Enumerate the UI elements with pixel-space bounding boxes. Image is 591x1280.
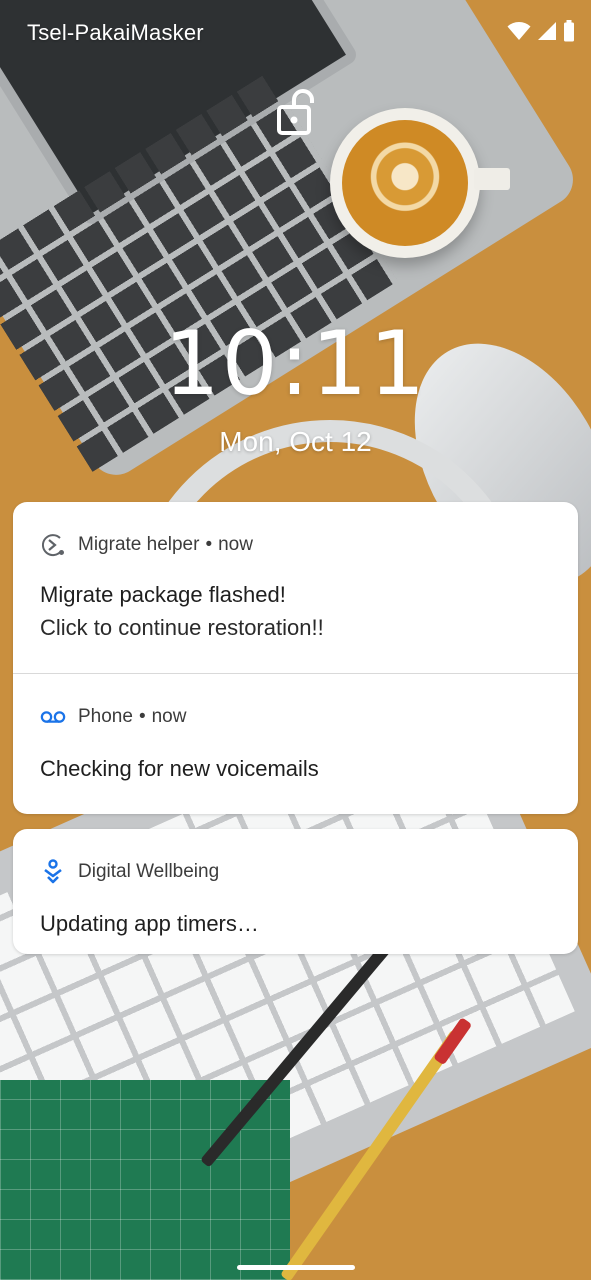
carrier-name: Tsel-PakaiMasker bbox=[27, 20, 204, 45]
notification-title: Migrate package flashed! bbox=[40, 582, 286, 607]
cell-signal-icon bbox=[537, 21, 557, 46]
notification-app-name: Digital Wellbeing bbox=[78, 861, 220, 882]
digital-wellbeing-icon bbox=[40, 859, 66, 885]
home-gesture-handle[interactable] bbox=[237, 1265, 355, 1270]
status-bar: Tsel-PakaiMasker bbox=[0, 0, 591, 64]
notification-group: Migrate helper • now Migrate package flash… bbox=[13, 502, 578, 814]
migrate-icon bbox=[40, 532, 66, 558]
notification-text: Click to continue restoration!! bbox=[40, 615, 324, 640]
battery-icon bbox=[563, 20, 575, 47]
wallpaper-cup-handle bbox=[474, 168, 510, 190]
notification-title: Checking for new voicemails bbox=[40, 756, 319, 781]
header-separator: • bbox=[138, 706, 146, 727]
notification-header: Migrate helper • now bbox=[40, 531, 253, 559]
notification-title: Updating app timers… bbox=[40, 911, 259, 936]
notification-digital-wellbeing[interactable]: Digital Wellbeing Updating app timers… bbox=[13, 829, 578, 954]
notification-app-name: Phone bbox=[78, 706, 133, 727]
unlock-icon[interactable] bbox=[277, 89, 315, 140]
notification-group: Digital Wellbeing Updating app timers… bbox=[13, 829, 578, 954]
notification-phone[interactable]: Phone • now Checking for new voicemails bbox=[13, 674, 578, 814]
notification-app-name: Migrate helper bbox=[78, 534, 200, 555]
lockscreen-date: Mon, Oct 12 bbox=[219, 426, 372, 457]
wallpaper-coffee bbox=[342, 120, 468, 246]
lock-screen: Tsel-PakaiMasker 10:11 Mon, Oct 12 Migra… bbox=[0, 0, 591, 1280]
notification-header: Phone • now bbox=[40, 703, 186, 731]
notification-time: now bbox=[218, 534, 253, 555]
lockscreen-clock: 10:11 bbox=[163, 312, 428, 415]
notification-migrate-helper[interactable]: Migrate helper • now Migrate package flash… bbox=[13, 502, 578, 674]
notification-header: Digital Wellbeing bbox=[40, 858, 219, 886]
header-separator: • bbox=[205, 534, 213, 555]
wifi-icon bbox=[507, 21, 531, 46]
notification-time: now bbox=[151, 706, 187, 727]
status-icons bbox=[507, 20, 575, 47]
voicemail-icon bbox=[40, 704, 66, 730]
